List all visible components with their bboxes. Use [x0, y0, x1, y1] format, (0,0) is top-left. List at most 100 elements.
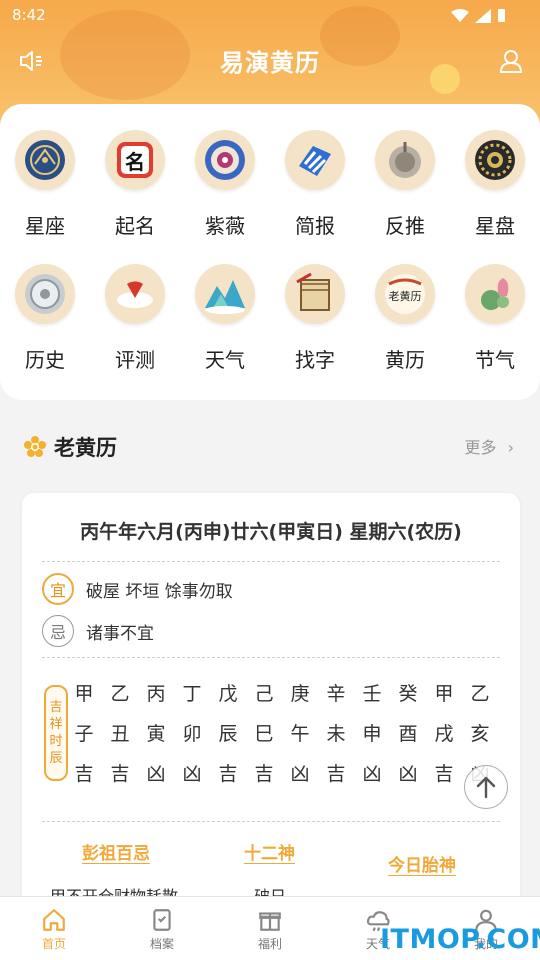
tab-archive[interactable]: 档案 [108, 897, 216, 960]
more-link[interactable]: 更多 › [464, 434, 514, 458]
feature-label: 天气 [205, 348, 245, 372]
luck-cell: 吉 [218, 763, 238, 785]
feature-label: 找字 [295, 348, 335, 372]
shichen-tag-char: 辰 [49, 751, 63, 766]
shichen-tag-char: 吉 [49, 700, 63, 715]
luck-cell: 凶 [290, 763, 310, 785]
branches-cell: 辰 [218, 723, 238, 745]
status-bar: 8:42 [0, 0, 540, 30]
shier-link[interactable]: 十二神 [244, 839, 295, 864]
stems-cell: 辛 [326, 683, 346, 705]
feature-reverse[interactable]: 反推 [360, 130, 450, 264]
feature-briefing[interactable]: 简报 [270, 130, 360, 264]
yi-text: 破屋 坏垣 馀事勿取 [86, 582, 233, 602]
almanac-card[interactable]: 丙午年六月(丙申)廿六(甲寅日) 星期六(农历) 宜 破屋 坏垣 馀事勿取 忌 … [22, 493, 520, 913]
gift-icon [259, 912, 281, 931]
stems-cell: 丙 [146, 683, 166, 705]
branches-cell: 卯 [182, 723, 202, 745]
more-label: 更多 [464, 438, 497, 457]
tab-home[interactable]: 首页 [0, 897, 108, 960]
stems-cell: 戊 [218, 683, 238, 705]
branches-cell: 午 [290, 723, 310, 745]
shichen-tag: 吉祥时辰 [44, 685, 68, 781]
shichen-tag-char: 时 [49, 734, 63, 749]
feature-label: 星座 [25, 214, 65, 238]
reverse-icon [375, 130, 435, 190]
luck-cell: 吉 [74, 763, 94, 785]
feature-label: 紫薇 [205, 214, 245, 238]
branches-cell: 亥 [470, 723, 490, 745]
almanac-icon: 老黄历 [375, 264, 435, 324]
branches-cell: 寅 [146, 723, 166, 745]
feature-astrolabe[interactable]: 星盘 [450, 130, 540, 264]
feature-label: 简报 [295, 214, 335, 238]
battery-icon [498, 9, 505, 22]
feature-almanac[interactable]: 老黄历 黄历 [360, 264, 450, 398]
stems-cell: 甲 [74, 683, 94, 705]
pengzu-link[interactable]: 彭祖百忌 [82, 839, 150, 864]
flower-icon [24, 436, 46, 457]
page-title: 易演黄历 [220, 49, 320, 77]
divider [42, 821, 500, 822]
signal-icon [475, 8, 491, 23]
branches-cell: 申 [362, 723, 382, 745]
feature-ziwei[interactable]: 紫薇 [180, 130, 270, 264]
status-time: 8:42 [12, 6, 46, 24]
ji-badge: 忌 [42, 615, 74, 647]
branches-cell: 酉 [398, 723, 418, 745]
fan-icon [105, 264, 165, 324]
luck-cell: 吉 [110, 763, 130, 785]
luck-cell: 吉 [326, 763, 346, 785]
feature-fan[interactable]: 评测 [90, 264, 180, 398]
stems-cell: 乙 [110, 683, 130, 705]
almanac-section-header: 老黄历 更多 › [24, 430, 518, 464]
branches-cell: 未 [326, 723, 346, 745]
book-icon [285, 264, 345, 324]
taishen-link[interactable]: 今日胎神 [388, 851, 456, 876]
section-title: 老黄历 [54, 436, 117, 460]
branches-cell: 巳 [254, 723, 274, 745]
feature-compass[interactable]: 历史 [0, 264, 90, 398]
feature-mountain[interactable]: 天气 [180, 264, 270, 398]
feature-lotus[interactable]: 节气 [450, 264, 540, 398]
feature-label: 节气 [475, 348, 515, 372]
tab-gift[interactable]: 福利 [216, 897, 324, 960]
feature-label: 黄历 [385, 348, 425, 372]
naming-icon: 名 [105, 130, 165, 190]
divider [42, 561, 500, 562]
luck-cell: 凶 [398, 763, 418, 785]
stems-cell: 癸 [398, 683, 418, 705]
feature-label: 评测 [115, 348, 155, 372]
branches-cell: 戌 [434, 723, 454, 745]
branches-cell: 子 [74, 723, 94, 745]
feature-book[interactable]: 找字 [270, 264, 360, 398]
stems-cell: 甲 [434, 683, 454, 705]
ji-text: 诸事不宜 [86, 624, 154, 644]
stems-cell: 庚 [290, 683, 310, 705]
stems-cell: 丁 [182, 683, 202, 705]
tab-label: 档案 [149, 937, 174, 951]
tab-label: 福利 [257, 937, 282, 951]
feature-label: 历史 [25, 348, 65, 372]
luck-cell: 吉 [434, 763, 454, 785]
luck-cell: 凶 [146, 763, 166, 785]
feature-grid-card: 星座名起名 紫薇 简报 反推 星盘 历史 评测 天气 找字 老黄历 黄历 节气 [0, 104, 540, 400]
scroll-top-button[interactable] [464, 765, 508, 809]
stems-row: 甲乙丙丁戊己庚辛壬癸甲乙 [66, 679, 498, 706]
feature-naming[interactable]: 名起名 [90, 130, 180, 264]
luck-cell: 吉 [254, 763, 274, 785]
stems-cell: 壬 [362, 683, 382, 705]
lunar-date: 丙午年六月(丙申)廿六(甲寅日) 星期六(农历) [80, 521, 462, 543]
divider [42, 657, 500, 658]
ziwei-icon [195, 130, 255, 190]
yi-badge: 宜 [42, 573, 74, 605]
branches-cell: 丑 [110, 723, 130, 745]
feature-label: 反推 [385, 214, 425, 238]
astrolabe-icon [465, 130, 525, 190]
user-icon[interactable] [498, 48, 524, 74]
arrow-up-icon [476, 776, 496, 799]
luck-cell: 凶 [362, 763, 382, 785]
home-icon [43, 909, 65, 931]
feature-constellation[interactable]: 星座 [0, 130, 90, 264]
feature-grid: 星座名起名 紫薇 简报 反推 星盘 历史 评测 天气 找字 老黄历 黄历 节气 [0, 130, 540, 398]
